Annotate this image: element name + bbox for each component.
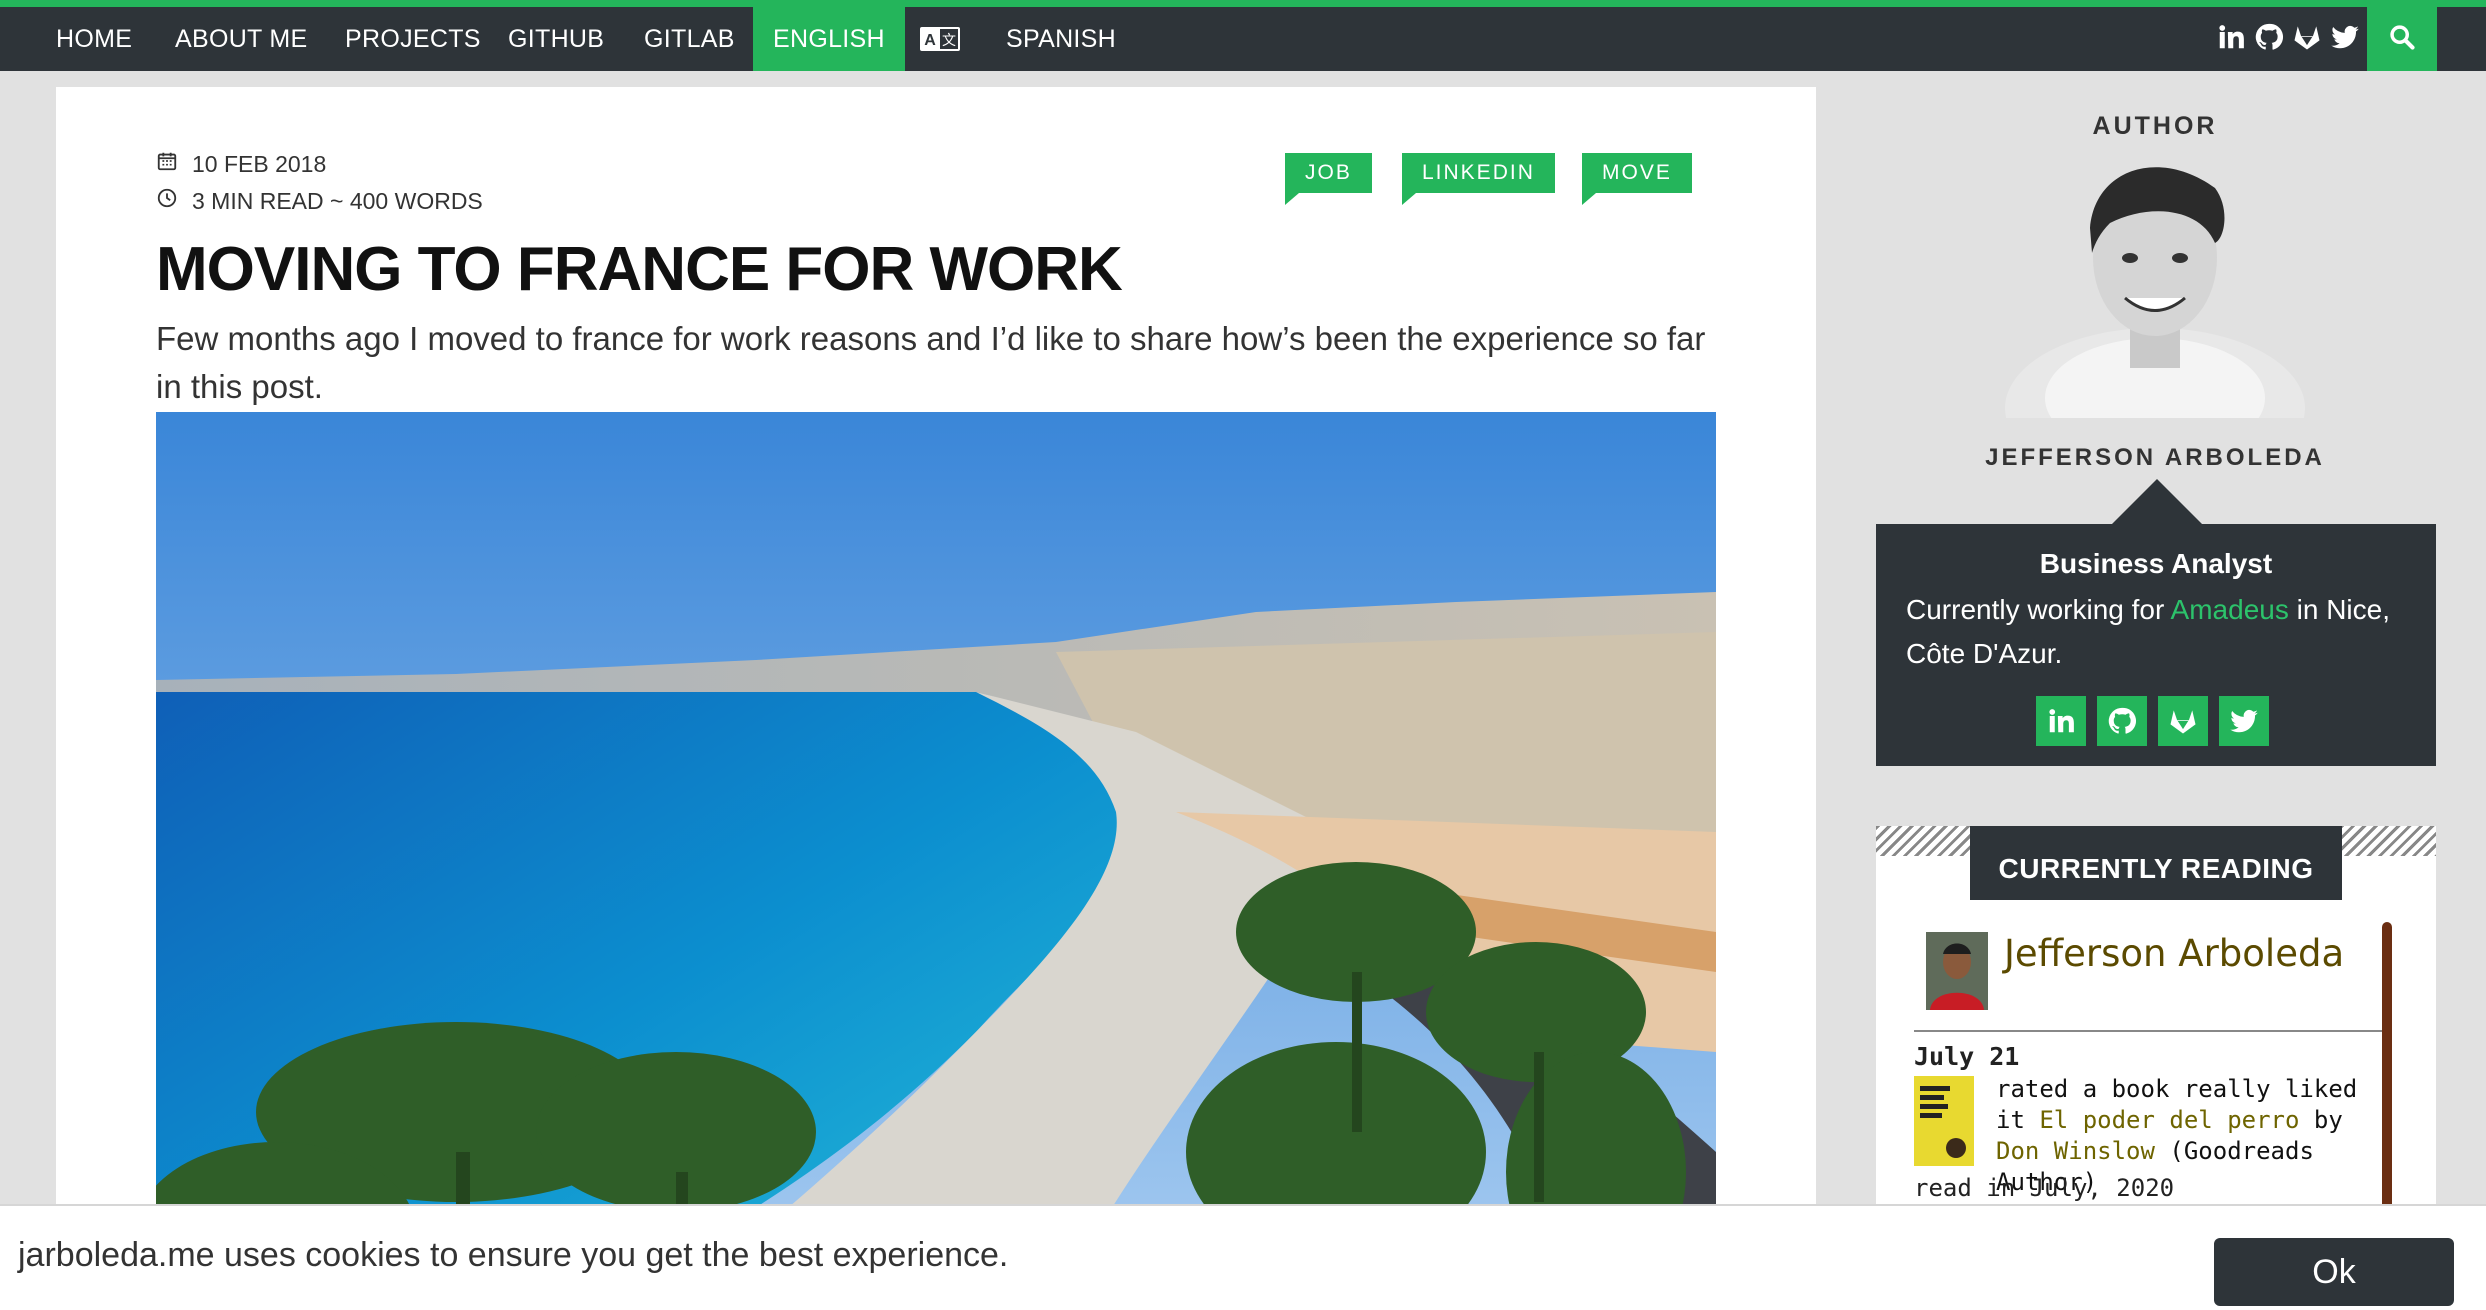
author-bio: Currently working for Amadeus in Nice, C… (1906, 588, 2416, 676)
tag-move[interactable]: MOVE (1582, 153, 1692, 205)
tag-job[interactable]: JOB (1285, 153, 1372, 205)
author-bio-box: Business Analyst Currently working for A… (1876, 524, 2436, 766)
cookie-banner: jarboleda.me uses cookies to ensure you … (0, 1204, 2486, 1310)
translate-icon: A文 (920, 27, 960, 51)
svg-text:A: A (924, 32, 936, 49)
post-card: 10 FEB 2018 3 MIN READ ~ 400 WORDS JOB L… (56, 87, 1816, 1310)
linkedin-icon[interactable] (2036, 696, 2086, 746)
author-role: Business Analyst (2039, 548, 2273, 579)
nav-about-me[interactable]: ABOUT ME (175, 7, 308, 71)
cookie-message: jarboleda.me uses cookies to ensure you … (18, 1236, 1009, 1274)
post-date: 10 FEB 2018 (156, 150, 326, 178)
twitter-icon[interactable] (2330, 22, 2360, 57)
company-link[interactable]: Amadeus (2171, 594, 2289, 625)
calendar-icon (156, 150, 178, 178)
cookie-ok-button[interactable]: Ok (2214, 1238, 2454, 1306)
bio-pointer (2111, 479, 2203, 525)
svg-text:文: 文 (942, 32, 956, 48)
nav-gitlab[interactable]: GITLAB (644, 7, 735, 71)
top-accent-line (0, 0, 2486, 7)
nav-spanish[interactable]: SPANISH (1006, 7, 1116, 71)
post-date-text: 10 FEB 2018 (192, 150, 327, 177)
author-name: JEFFERSON ARBOLEDA (1985, 444, 2325, 471)
author-label: AUTHOR (2092, 112, 2218, 140)
github-icon[interactable] (2254, 22, 2284, 57)
goodreads-update-date: July 21 (1914, 1042, 2020, 1071)
clock-icon (156, 187, 178, 215)
github-icon[interactable] (2097, 696, 2147, 746)
goodreads-divider (1914, 1030, 2386, 1032)
search-button[interactable] (2367, 7, 2437, 71)
twitter-icon[interactable] (2219, 696, 2269, 746)
author-avatar (2000, 148, 2310, 488)
book-author-link[interactable]: Don Winslow (1996, 1137, 2155, 1165)
book-title-link[interactable]: El poder del perro (2039, 1106, 2299, 1134)
post-read-time: 3 MIN READ ~ 400 WORDS (156, 187, 483, 215)
nav-home[interactable]: HOME (56, 7, 132, 71)
gitlab-icon[interactable] (2158, 696, 2208, 746)
nav-projects[interactable]: PROJECTS (345, 7, 481, 71)
nav-english[interactable]: ENGLISH (753, 7, 905, 71)
post-excerpt: Few months ago I moved to france for wor… (156, 320, 1706, 405)
read-time-text: 3 MIN READ ~ 400 WORDS (192, 187, 483, 214)
post-hero-image (156, 412, 1716, 1310)
author-social-links (2036, 696, 2269, 746)
tag-linkedin[interactable]: LINKEDIN (1402, 153, 1555, 205)
goodreads-user-avatar[interactable] (1926, 932, 1988, 1010)
read-date-text: read in July, 2020 (1914, 1174, 2175, 1202)
search-icon (2388, 23, 2416, 56)
top-navigation: HOME ABOUT ME PROJECTS GITHUB GITLAB ENG… (0, 7, 2486, 71)
book-cover[interactable] (1914, 1076, 1974, 1166)
post-title: MOVING TO FRANCE FOR WORK (156, 235, 1123, 304)
nav-social-links (2216, 7, 2360, 71)
update-by: by (2313, 1106, 2343, 1134)
currently-reading-title: CURRENTLY READING (1970, 826, 2342, 900)
nav-right-spacer (2437, 7, 2486, 71)
nav-github[interactable]: GITHUB (508, 7, 604, 71)
linkedin-icon[interactable] (2216, 22, 2246, 57)
bio-prefix: Currently working for (1906, 594, 2165, 625)
goodreads-user-name[interactable]: Jefferson Arboleda (2004, 932, 2344, 975)
gitlab-icon[interactable] (2292, 22, 2322, 57)
